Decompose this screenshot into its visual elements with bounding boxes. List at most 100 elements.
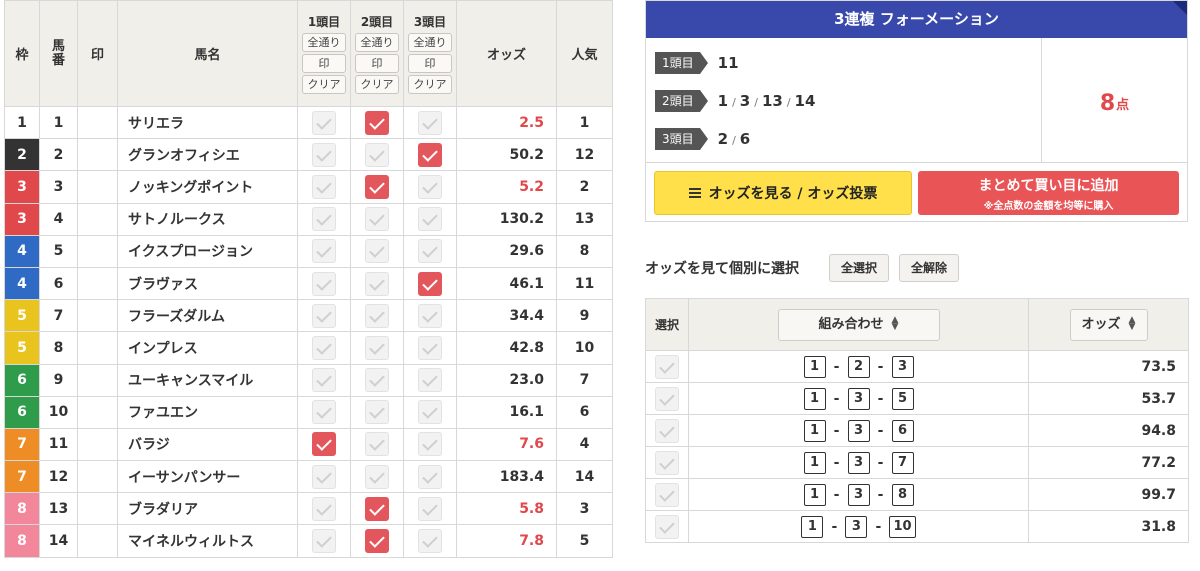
leg2-checkbox[interactable] [365, 368, 389, 393]
combo-odds: 77.2 [1028, 446, 1189, 479]
popularity: 6 [556, 395, 613, 429]
mark-cell[interactable] [77, 524, 118, 558]
leg1-checkbox-cell [297, 427, 351, 462]
leg2-checkbox-cell [350, 299, 404, 333]
leg1-checkbox[interactable] [312, 529, 336, 554]
leg2-checkbox[interactable] [365, 432, 389, 457]
leg1-checkbox[interactable] [312, 335, 336, 360]
mark-cell[interactable] [77, 299, 118, 333]
combo-horse-number: 8 [891, 483, 914, 506]
leg2-checkbox[interactable] [365, 400, 389, 425]
combo-horse-number: 1 [803, 419, 826, 442]
leg1-checkbox[interactable] [312, 432, 336, 457]
mark-cell[interactable] [77, 363, 118, 397]
leg3-checkbox[interactable] [418, 303, 442, 328]
add-all-to-cart-button[interactable]: まとめて買い目に追加 ※全点数の金額を均等に購入 [918, 171, 1179, 215]
leg3-checkbox-cell [403, 266, 457, 301]
leg3-all-button[interactable]: 全通り [408, 33, 452, 52]
leg1-checkbox[interactable] [312, 400, 336, 425]
leg3-checkbox[interactable] [418, 174, 442, 199]
leg1-checkbox[interactable] [312, 496, 336, 521]
combo-cell: 1-2-3 [688, 350, 1029, 383]
combo-checkbox[interactable] [655, 386, 679, 411]
leg2-checkbox[interactable] [365, 529, 389, 554]
mark-cell[interactable] [77, 170, 118, 204]
mark-cell[interactable] [77, 492, 118, 526]
leg3-checkbox[interactable] [418, 335, 442, 360]
leg3-checkbox[interactable] [418, 496, 442, 521]
leg3-checkbox[interactable] [418, 368, 442, 393]
mark-cell[interactable] [77, 202, 118, 236]
leg1-checkbox-cell [297, 266, 351, 301]
leg3-checkbox[interactable] [418, 464, 442, 489]
leg2-checkbox-cell [350, 138, 404, 172]
view-odds-button[interactable]: オッズを見る / オッズ投票 [654, 171, 912, 215]
combo-checkbox[interactable] [655, 450, 679, 475]
leg2-checkbox[interactable] [365, 142, 389, 167]
leg2-clear-button[interactable]: クリア [355, 75, 399, 94]
horse-name: バラジ [117, 427, 298, 462]
mark-cell[interactable] [77, 460, 118, 494]
mark-cell[interactable] [77, 331, 118, 365]
leg3-checkbox[interactable] [418, 110, 442, 135]
leg2-checkbox[interactable] [365, 303, 389, 328]
leg1-checkbox-cell [297, 331, 351, 365]
leg2-checkbox[interactable] [365, 239, 389, 264]
leg1-checkbox[interactable] [312, 174, 336, 199]
leg1-checkbox[interactable] [312, 464, 336, 489]
leg2-checkbox[interactable] [365, 496, 389, 521]
mark-cell[interactable] [77, 266, 118, 301]
mark-cell[interactable] [77, 138, 118, 172]
leg1-all-button[interactable]: 全通り [302, 33, 346, 52]
leg1-checkbox[interactable] [312, 368, 336, 393]
leg3-checkbox[interactable] [418, 529, 442, 554]
leg3-clear-button[interactable]: クリア [408, 75, 452, 94]
leg1-checkbox[interactable] [312, 110, 336, 135]
mark-cell[interactable] [77, 234, 118, 268]
leg1-checkbox[interactable] [312, 303, 336, 328]
leg1-mark-button[interactable]: 印 [302, 54, 346, 73]
leg1-clear-button[interactable]: クリア [302, 75, 346, 94]
select-all-button[interactable]: 全選択 [829, 254, 890, 282]
sort-odds-button[interactable]: オッズ ▲ ▼ [1069, 308, 1148, 341]
leg2-all-button[interactable]: 全通り [355, 33, 399, 52]
leg3-checkbox[interactable] [418, 207, 442, 232]
col-header-leg1: 1頭目 全通り 印 クリア [297, 0, 351, 107]
leg2-checkbox[interactable] [365, 271, 389, 296]
leg2-checkbox[interactable] [365, 464, 389, 489]
leg3-checkbox[interactable] [418, 432, 442, 457]
leg3-checkbox[interactable] [418, 142, 442, 167]
mark-cell[interactable] [77, 395, 118, 429]
leg2-checkbox[interactable] [365, 110, 389, 135]
leg1-checkbox[interactable] [312, 271, 336, 296]
leg2-checkbox[interactable] [365, 335, 389, 360]
combo-checkbox[interactable] [655, 514, 679, 539]
waku-badge: 4 [4, 234, 40, 268]
leg1-checkbox[interactable] [312, 239, 336, 264]
combo-checkbox[interactable] [655, 418, 679, 443]
waku-badge: 8 [4, 524, 40, 558]
sort-combo-button[interactable]: 組み合わせ ▲ ▼ [777, 308, 940, 341]
leg3-checkbox[interactable] [418, 271, 442, 296]
mark-cell[interactable] [77, 427, 118, 462]
waku-badge: 1 [4, 105, 40, 140]
leg-value: 2 [717, 130, 729, 148]
combo-horse-number: 3 [847, 451, 870, 474]
leg3-mark-button[interactable]: 印 [408, 54, 452, 73]
leg2-mark-button[interactable]: 印 [355, 54, 399, 73]
leg3-checkbox[interactable] [418, 400, 442, 425]
combo-checkbox[interactable] [655, 482, 679, 507]
leg2-checkbox[interactable] [365, 207, 389, 232]
leg2-checkbox-cell [350, 363, 404, 397]
leg1-checkbox[interactable] [312, 142, 336, 167]
formation-actions: オッズを見る / オッズ投票 まとめて買い目に追加 ※全点数の金額を均等に購入 [646, 163, 1187, 223]
deselect-all-button[interactable]: 全解除 [899, 254, 960, 282]
combo-cell: 1-3-10 [688, 510, 1029, 543]
leg2-checkbox[interactable] [365, 174, 389, 199]
combo-checkbox[interactable] [655, 354, 679, 379]
leg1-checkbox[interactable] [312, 207, 336, 232]
win-odds: 130.2 [456, 202, 557, 236]
leg3-checkbox[interactable] [418, 239, 442, 264]
combo-horse-number: 1 [803, 387, 826, 410]
mark-cell[interactable] [77, 105, 118, 140]
